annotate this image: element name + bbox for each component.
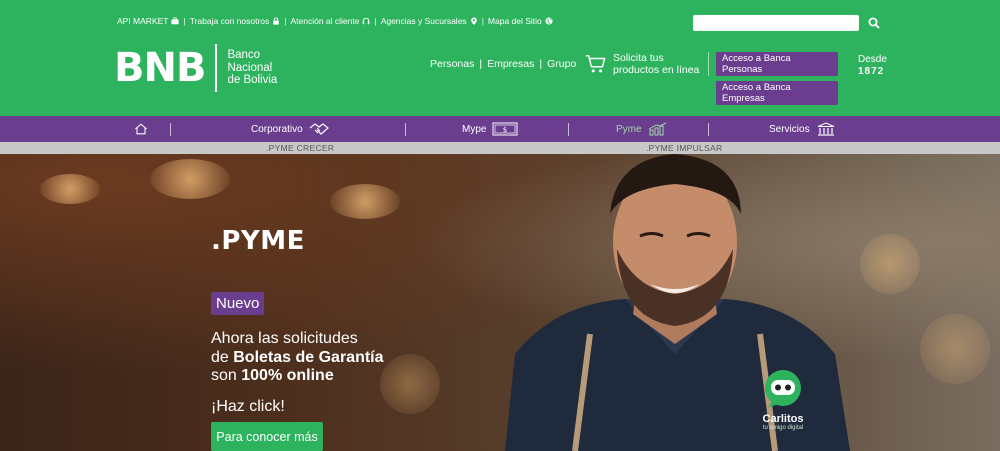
logo-divider [215, 44, 218, 92]
hero-description: Ahora las solicitudes de Boletas de Gara… [211, 330, 384, 384]
search-input[interactable] [693, 15, 859, 31]
nav-divider [170, 123, 171, 136]
nav-divider [405, 123, 406, 136]
hero-banner: .PYME Nuevo Ahora las solicitudes de Bol… [0, 154, 1000, 451]
chatbot-tagline: tu amigo digital [762, 425, 804, 431]
top-link-separator: | [284, 16, 287, 26]
nav-separator: | [479, 58, 483, 70]
home-icon [135, 123, 147, 135]
background-light [330, 184, 400, 219]
home-link[interactable] [133, 116, 149, 142]
hero-click-text: ¡Haz click! [211, 398, 285, 415]
handshake-icon [309, 123, 329, 135]
top-link-atencion[interactable]: Atención al cliente [290, 16, 370, 26]
nav-separator: | [539, 58, 543, 70]
tab-mype[interactable]: Mype $ [462, 116, 518, 142]
search-button[interactable] [866, 14, 882, 32]
segment-nav: Corporativo Mype $ Pyme Servicios [0, 116, 1000, 142]
nav-empresas[interactable]: Empresas [487, 58, 534, 70]
briefcase-icon [171, 17, 180, 25]
hero-title: .PYME [211, 226, 305, 256]
logo-text: Banco Nacional de Bolivia [227, 49, 278, 87]
chatbot-name: Carlitos [762, 413, 804, 425]
sub-nav-pyme-crecer[interactable]: .PYME CRECER [266, 143, 334, 153]
tab-servicios[interactable]: Servicios [769, 116, 836, 142]
globe-icon [545, 17, 553, 25]
tab-pyme[interactable]: Pyme [616, 116, 668, 142]
background-light [860, 234, 920, 294]
headset-icon [363, 17, 370, 25]
main-nav: Personas | Empresas | Grupo [430, 58, 576, 70]
tab-corporativo[interactable]: Corporativo [251, 116, 329, 142]
money-bill-icon: $ [492, 122, 518, 136]
search-icon [868, 17, 880, 29]
top-link-api-market[interactable]: API MARKET [117, 16, 180, 26]
top-link-separator: | [374, 16, 377, 26]
nav-divider [708, 123, 709, 136]
nav-divider [568, 123, 569, 136]
background-light [40, 174, 100, 204]
sub-nav-pyme-impulsar[interactable]: .PYME IMPULSAR [646, 143, 722, 153]
nav-personas[interactable]: Personas [430, 58, 474, 70]
top-link-mapa[interactable]: Mapa del Sitio [488, 16, 553, 26]
since-label: Desde 1872 [858, 54, 887, 77]
background-light [920, 314, 990, 384]
top-link-agencias[interactable]: Agencias y Sucursales [381, 16, 478, 26]
header: API MARKET | Trabaja con nosotros | Aten… [0, 0, 1000, 116]
cart-text: Solicita tus productos en línea [613, 52, 700, 76]
bank-building-icon [817, 122, 834, 136]
banca-empresas-button[interactable]: Acceso a Banca Empresas [716, 81, 838, 105]
new-badge: Nuevo [211, 292, 265, 315]
chart-icon [648, 122, 666, 136]
top-link-trabaja[interactable]: Trabaja con nosotros [190, 16, 281, 26]
bnb-logo[interactable]: BNB Banco Nacional de Bolivia [114, 44, 277, 92]
top-links: API MARKET | Trabaja con nosotros | Aten… [117, 16, 553, 26]
lock-icon [273, 17, 280, 25]
nav-grupo[interactable]: Grupo [547, 58, 576, 70]
sub-nav: .PYME CRECER .PYME IMPULSAR [0, 142, 1000, 154]
top-link-separator: | [481, 16, 484, 26]
header-divider [708, 52, 709, 76]
chat-bubble-icon [765, 370, 801, 408]
background-light [150, 159, 230, 199]
background-light [380, 354, 440, 414]
chatbot-launcher[interactable]: Carlitos tu amigo digital [757, 368, 809, 431]
solicita-productos-link[interactable]: Solicita tus productos en línea [585, 52, 699, 76]
banca-personas-button[interactable]: Acceso a Banca Personas [716, 52, 838, 76]
top-link-separator: | [183, 16, 186, 26]
learn-more-button[interactable]: Para conocer más [211, 422, 323, 451]
logo-mark: BNB [114, 45, 206, 91]
location-pin-icon [470, 17, 477, 25]
shopping-cart-icon [585, 55, 606, 73]
svg-text:$: $ [503, 126, 507, 134]
